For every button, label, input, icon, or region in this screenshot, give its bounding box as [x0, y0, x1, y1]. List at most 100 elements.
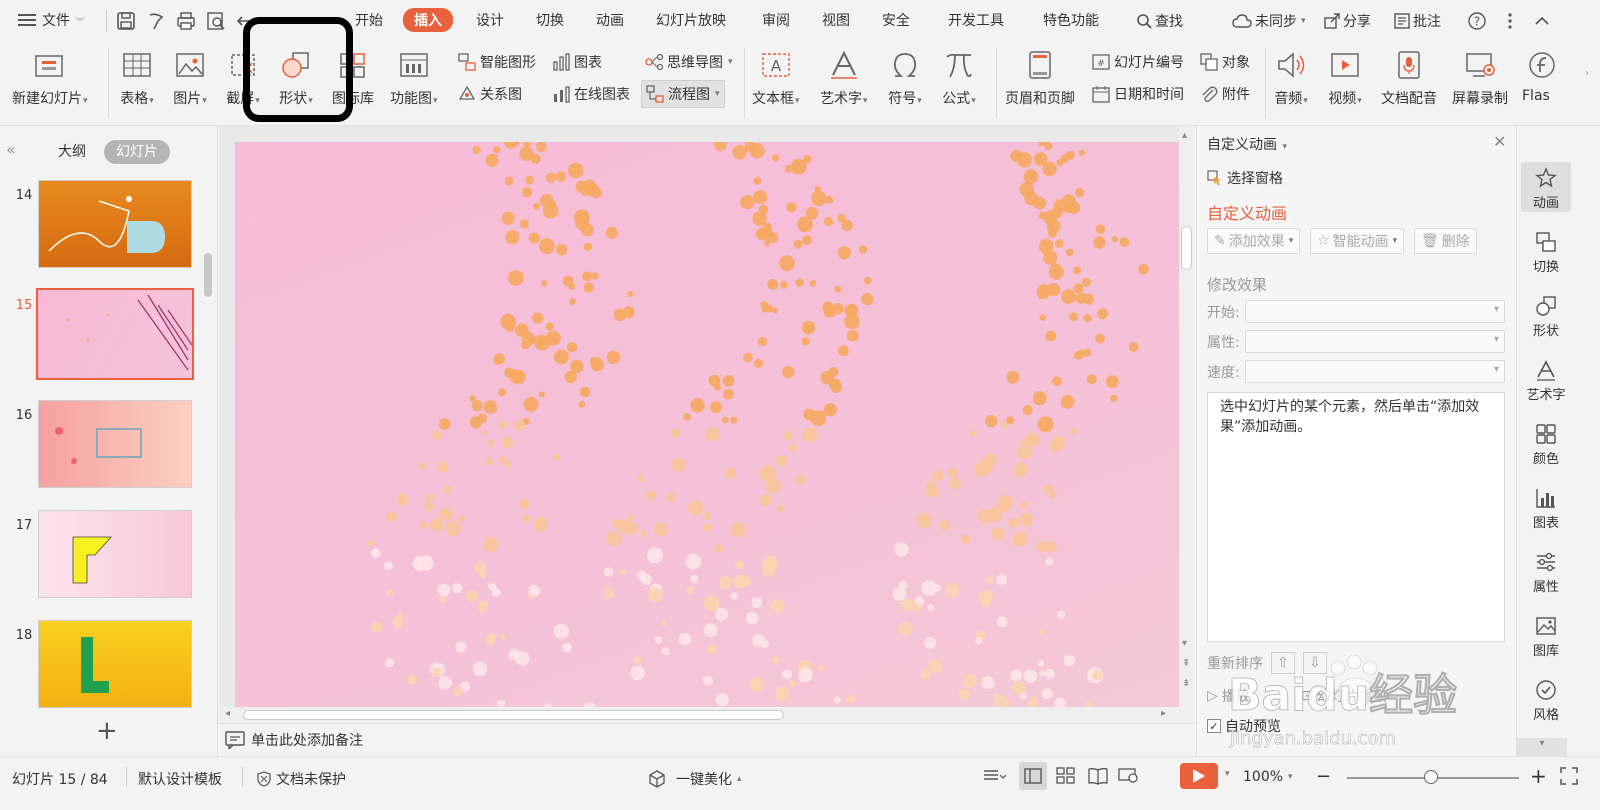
normal-view-button[interactable]	[1019, 762, 1047, 790]
autopreview-checkbox[interactable]: ✓ 自动预览	[1207, 716, 1281, 736]
play-slideshow-button[interactable]	[1180, 763, 1218, 789]
presenter-view-icon[interactable]	[1118, 767, 1140, 789]
chart-button[interactable]: 图表	[552, 50, 602, 74]
tab-design[interactable]: 设计	[476, 10, 504, 30]
menu-file[interactable]: 文件 ﹀	[42, 10, 84, 30]
tab-animation[interactable]: 动画	[596, 10, 624, 30]
horizontal-scroll-thumb[interactable]	[243, 710, 784, 720]
tab-insert[interactable]: 插入	[403, 8, 453, 32]
fit-window-icon[interactable]	[1560, 767, 1578, 789]
move-down-button[interactable]: ⇩	[1303, 652, 1327, 674]
start-select[interactable]	[1245, 300, 1505, 323]
notes-toggle-icon[interactable]	[982, 767, 1007, 789]
format-painter-icon[interactable]	[146, 11, 166, 31]
sidebar-item-animation[interactable]: 动画	[1521, 162, 1571, 212]
header-footer-button[interactable]: 页眉和页脚	[1005, 42, 1075, 126]
audio-button[interactable]: 音频▾	[1274, 42, 1308, 126]
current-slide[interactable]	[235, 142, 1179, 707]
sync-button[interactable]: 未同步 ▾	[1232, 11, 1306, 31]
mind-map-button[interactable]: 思维导图 ▾	[645, 50, 733, 74]
print-preview-icon[interactable]	[206, 11, 226, 31]
next-slide-icon[interactable]: ⇟	[1182, 678, 1190, 689]
sidebar-item-gallery[interactable]: 图库	[1521, 614, 1571, 659]
share-button[interactable]: 分享	[1324, 11, 1371, 31]
video-button[interactable]: 视频▾	[1328, 42, 1362, 126]
zoom-level[interactable]: 100% ▾	[1243, 769, 1293, 785]
more-icon[interactable]	[1500, 11, 1520, 31]
object-button[interactable]: 对象	[1200, 50, 1250, 74]
print-icon[interactable]	[176, 11, 196, 31]
narration-button[interactable]: 文档配音	[1381, 42, 1437, 126]
horizontal-scrollbar[interactable]: ◂ ▸	[219, 707, 1179, 723]
speed-select[interactable]	[1245, 360, 1505, 383]
symbol-button[interactable]: 符号▾	[888, 42, 922, 126]
play-options-icon[interactable]: ▾	[1225, 769, 1230, 779]
slide-thumb-14[interactable]	[38, 180, 192, 268]
sidebar-scroll-down-icon[interactable]: ▾	[1517, 738, 1567, 756]
tab-security[interactable]: 安全	[882, 10, 910, 30]
tab-view[interactable]: 视图	[822, 10, 850, 30]
prev-slide-icon[interactable]: ⇞	[1182, 658, 1190, 669]
slideshow-button[interactable]: ⊡ 幻灯片播放	[1301, 686, 1387, 706]
sidebar-item-property[interactable]: 属性	[1521, 550, 1571, 595]
scroll-left-icon[interactable]: ◂	[225, 708, 230, 719]
tab-transition[interactable]: 切换	[536, 10, 564, 30]
relation-chart-button[interactable]: 关系图	[458, 82, 522, 106]
notes-bar[interactable]: 单击此处添加备注	[219, 723, 1195, 756]
flowchart-button[interactable]: 流程图 ▾	[641, 80, 725, 108]
play-button[interactable]: ▷ 播放	[1207, 686, 1250, 706]
hamburger-icon[interactable]	[18, 12, 36, 32]
reading-view-icon[interactable]	[1088, 767, 1108, 789]
new-slide-button[interactable]: 新建幻灯片▾	[12, 42, 88, 126]
smart-art-button[interactable]: 智能图形	[458, 50, 536, 74]
tab-outline[interactable]: 大纲	[46, 140, 98, 164]
scroll-right-icon[interactable]: ▸	[1161, 708, 1166, 719]
attachment-button[interactable]: 附件	[1200, 82, 1250, 106]
vertical-scrollbar[interactable]: ▴ ▾ ⇞ ⇟	[1179, 126, 1195, 723]
vertical-scroll-thumb[interactable]	[1181, 226, 1192, 270]
slide-thumb-17[interactable]	[38, 510, 192, 598]
wordart-button[interactable]: 艺术字▾	[820, 42, 868, 126]
save-icon[interactable]	[116, 11, 136, 31]
slide-thumb-15[interactable]	[36, 288, 194, 380]
datetime-button[interactable]: 日期和时间	[1092, 82, 1184, 106]
add-slide-button[interactable]: +	[96, 718, 118, 744]
template-name[interactable]: 默认设计模板	[138, 769, 222, 789]
animation-list[interactable]: 选中幻灯片的某个元素，然后单击“添加效果”添加动画。	[1207, 392, 1505, 642]
function-chart-button[interactable]: 功能图▾	[390, 42, 438, 126]
help-icon[interactable]: ?	[1467, 11, 1487, 31]
slide-sorter-icon[interactable]	[1056, 767, 1076, 789]
move-up-button[interactable]: ⇧	[1271, 652, 1295, 674]
zoom-slider-thumb[interactable]	[1424, 770, 1438, 784]
add-effect-button[interactable]: ✎ 添加效果 ▾	[1207, 228, 1301, 254]
comment-button[interactable]: 批注	[1394, 11, 1441, 31]
tab-slideshow[interactable]: 幻灯片放映	[656, 10, 726, 30]
zoom-in-button[interactable]: +	[1530, 766, 1547, 786]
tab-home[interactable]: 开始	[355, 10, 383, 30]
sidebar-item-style[interactable]: 风格	[1521, 678, 1571, 723]
flash-button[interactable]: Flas	[1522, 42, 1562, 126]
tab-developer[interactable]: 开发工具	[948, 10, 1004, 30]
close-icon[interactable]: ✕	[1493, 132, 1506, 151]
scroll-up-icon[interactable]: ▴	[1182, 130, 1187, 141]
smart-animation-button[interactable]: ☆ 智能动画 ▾	[1310, 228, 1405, 254]
scroll-down-icon[interactable]: ▾	[1182, 638, 1187, 649]
slide-thumb-18[interactable]	[38, 620, 192, 708]
sidebar-item-shape[interactable]: 形状	[1521, 294, 1571, 339]
table-button[interactable]: 表格▾	[120, 42, 154, 126]
sidebar-item-color[interactable]: 颜色	[1521, 422, 1571, 467]
sidebar-item-transition[interactable]: 切换	[1521, 230, 1571, 275]
select-pane-button[interactable]: 选择窗格	[1207, 168, 1283, 188]
zoom-out-button[interactable]: −	[1316, 768, 1331, 786]
document-protect-button[interactable]: 文档未保护	[256, 769, 346, 789]
delete-button[interactable]: 🗑 删除	[1414, 228, 1477, 254]
panel-title[interactable]: 自定义动画 ▾	[1207, 134, 1287, 154]
thumbnail-scrollbar[interactable]	[204, 253, 212, 297]
textbox-button[interactable]: A 文本框▾	[752, 42, 800, 126]
beautify-button[interactable]: 一键美化 ▴	[648, 769, 742, 789]
formula-button[interactable]: 公式▾	[942, 42, 976, 126]
picture-button[interactable]: 图片▾	[173, 42, 207, 126]
slide-number-button[interactable]: # 幻灯片编号	[1092, 50, 1184, 74]
online-chart-button[interactable]: 在线图表	[552, 82, 630, 106]
property-select[interactable]	[1245, 330, 1505, 353]
